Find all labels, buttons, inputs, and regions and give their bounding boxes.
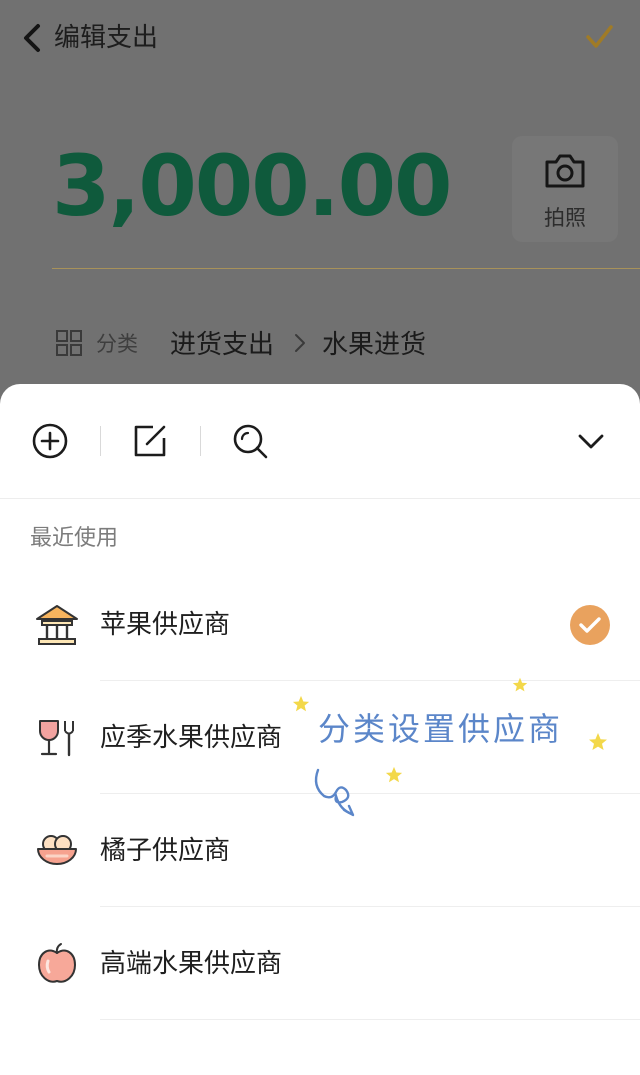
amount-underline [52,268,640,269]
add-circle-icon[interactable] [31,422,69,460]
edit-expense-page: 编辑支出 3,000.00 拍照 分类 进货支出 水果进货 [0,0,640,420]
sheet-toolbar [0,384,640,499]
toolbar-divider [100,426,101,456]
checkmark-icon[interactable] [584,22,614,52]
nav-bar: 编辑支出 [0,0,640,76]
item-label: 苹果供应商 [100,610,231,640]
fruit-bowl-icon [37,835,77,865]
toolbar-divider [200,426,201,456]
doodle-arrow-icon [314,768,355,817]
section-title: 最近使用 [30,526,119,551]
list-item[interactable]: 苹果供应商 [0,568,640,681]
photo-label: 拍照 [544,206,586,230]
category-label: 分类 [96,332,138,356]
check-icon [579,617,601,633]
page-title: 编辑支出 [54,23,159,53]
edit-icon[interactable] [131,422,169,460]
list-item[interactable]: 高端水果供应商 [0,907,640,1020]
item-label: 高端水果供应商 [100,949,283,979]
photo-button[interactable]: 拍照 [512,136,618,242]
star-icon [589,733,607,750]
item-label: 橘子供应商 [100,836,231,866]
back-icon[interactable] [18,22,48,54]
bank-building-icon [36,605,78,645]
apple-icon [38,943,76,983]
item-divider [100,1019,640,1020]
star-icon [292,695,310,712]
grid-icon [56,330,82,356]
search-icon[interactable] [231,422,269,460]
category-sub[interactable]: 水果进货 [322,324,426,361]
amount-value[interactable]: 3,000.00 [52,136,453,236]
camera-icon [545,154,585,188]
star-icon [512,677,528,692]
star-icon [385,766,403,783]
selected-check [570,605,610,645]
chevron-down-icon[interactable] [572,422,610,460]
annotation-text: 分类设置供应商 [318,710,564,748]
chevron-right-icon [295,334,305,352]
category-main[interactable]: 进货支出 [170,324,274,361]
wine-glass-fork-icon [39,720,74,757]
item-label: 应季水果供应商 [100,723,283,753]
